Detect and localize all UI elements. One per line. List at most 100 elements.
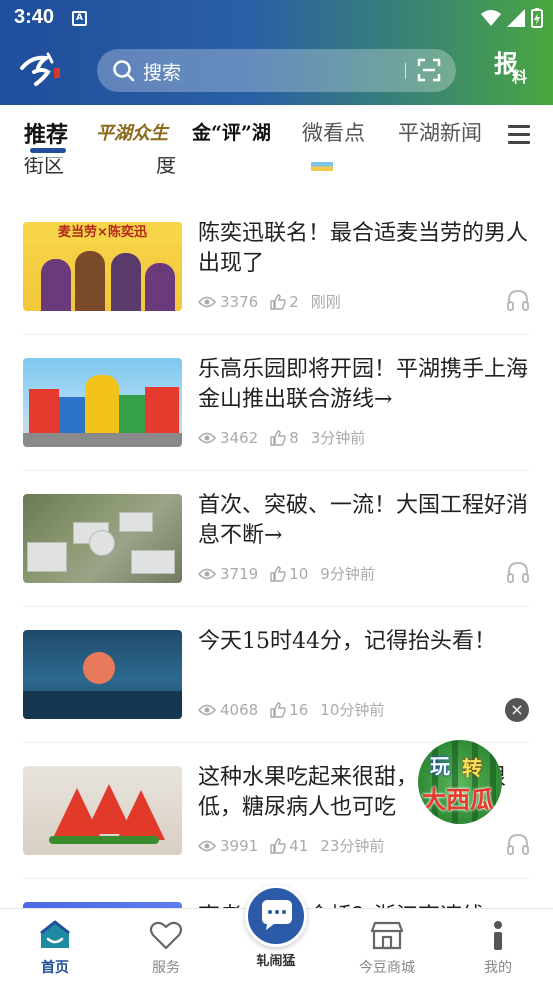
view-count: 3991 [220,836,259,855]
chat-bubble-icon [262,900,292,930]
article-thumbnail [23,358,182,447]
channel-tabs: 推荐 平湖众生 金“评”湖 微看点 平湖新闻 [0,105,553,157]
clipped-text: 度 [156,157,176,177]
person-icon [494,921,502,950]
publish-time: 9分钟前 [320,565,375,583]
view-count: 4068 [220,700,259,719]
app-logo[interactable] [18,46,64,90]
views-icon [198,704,216,715]
article-title: 首次、突破、一流！大国工程好消息不断→ [198,493,529,548]
view-count: 3462 [220,428,259,447]
article-title: 乐高乐园即将开园！平湖携手上海金山推出联合游线→ [198,357,529,412]
like-icon [270,565,286,582]
article-meta: 4068 16 10分钟前 [198,699,384,720]
divider [23,334,530,335]
views-icon [198,840,216,851]
article-thumbnail [23,630,182,719]
article-meta: 3991 41 23分钟前 [198,835,384,856]
publish-time: 刚刚 [310,293,341,311]
system-icons [481,8,543,28]
article-thumbnail [23,494,182,583]
tab-jin-ping-hu[interactable]: 金“评”湖 [192,118,271,145]
close-badge-button[interactable]: × [505,698,529,722]
article-item[interactable]: 麦当劳×陈奕迅 陈奕迅联名！最合适麦当劳的男人出现了 3376 2 刚刚 [0,221,553,358]
clipped-text: 街区 [24,157,64,177]
like-icon [270,293,286,310]
like-icon [270,701,286,718]
nav-profile[interactable]: 我的 [458,917,538,977]
signal-icon [507,9,525,27]
search-bar[interactable]: 搜索 [97,49,456,92]
home-icon [40,920,70,948]
search-placeholder: 搜索 [143,62,182,84]
headphones-icon[interactable] [506,560,530,584]
status-bar: 3:40 A [0,0,553,36]
clipped-thumbnail [311,162,333,171]
like-count: 16 [289,700,309,719]
nav-store[interactable]: 今豆商城 [347,917,427,977]
divider [23,470,530,471]
view-count: 3376 [220,292,259,311]
wifi-icon [481,10,501,26]
divider [23,878,530,879]
skyline-shape [23,691,182,719]
battery-icon [531,8,543,28]
view-count: 3719 [220,564,259,583]
article-title: 陈奕迅联名！最合适麦当劳的男人出现了 [198,221,529,276]
notification-icon: A [72,11,87,26]
views-icon [198,296,216,307]
article-item[interactable]: 首次、突破、一流！大国工程好消息不断→ 3719 10 9分钟前 [0,493,553,630]
divider [23,606,530,607]
heart-icon [149,921,183,950]
headphones-icon[interactable] [506,288,530,312]
tab-micro-view[interactable]: 微看点 [302,117,365,147]
nav-label: 我的 [484,960,512,976]
tab-pinghu-life[interactable]: 平湖众生 [96,119,168,145]
publish-time: 3分钟前 [310,429,366,447]
publish-time: 23分钟前 [320,837,385,855]
clipped-article-row: 街区 度 [0,157,553,177]
search-divider [405,63,406,79]
article-meta: 3462 8 3分钟前 [198,427,365,448]
publish-time: 10分钟前 [320,701,385,719]
tab-recommend[interactable]: 推荐 [24,117,68,149]
badge-text: 大西瓜 [422,785,494,814]
report-label-2: 料 [512,68,528,86]
nav-label: 服务 [152,960,180,976]
thumbnail-caption: 麦当劳×陈奕迅 [23,222,182,244]
nav-label-chat: 轧闹猛 [256,954,296,969]
nav-label: 今豆商城 [359,960,415,976]
article-thumbnail [23,766,182,855]
article-thumbnail: 麦当劳×陈奕迅 [23,222,182,311]
views-icon [198,432,216,443]
scan-icon[interactable] [417,58,441,82]
center-chat-button[interactable] [245,885,307,947]
nav-label: 首页 [41,960,69,976]
article-item[interactable]: 乐高乐园即将开园！平湖携手上海金山推出联合游线→ 3462 8 3分钟前 [0,357,553,494]
badge-text: 玩 [430,754,450,778]
like-count: 10 [289,564,309,583]
moon-shape [83,652,115,684]
like-count: 8 [289,428,299,447]
watermelon-game-badge[interactable]: 玩 转 大西瓜 [418,740,502,824]
headphones-icon[interactable] [506,832,530,856]
article-title: 今天15时44分，记得抬头看！ [198,629,496,654]
article-meta: 3719 10 9分钟前 [198,563,375,584]
app-header: 3:40 A 搜索 报 料 [0,0,553,105]
search-icon [113,60,135,82]
active-tab-indicator [30,148,66,153]
like-icon [270,837,286,854]
tab-pinghu-news[interactable]: 平湖新闻 [398,117,482,147]
like-count: 2 [289,292,299,311]
nav-home[interactable]: 首页 [15,917,95,977]
report-news-button[interactable]: 报 料 [490,44,536,90]
like-count: 41 [289,836,309,855]
article-meta: 3376 2 刚刚 [198,291,341,312]
nav-services[interactable]: 服务 [126,917,206,977]
badge-text: 转 [462,756,482,780]
like-icon [270,429,286,446]
store-icon [370,921,404,950]
menu-icon[interactable] [508,125,530,149]
status-time: 3:40 [14,6,55,28]
views-icon [198,568,216,579]
